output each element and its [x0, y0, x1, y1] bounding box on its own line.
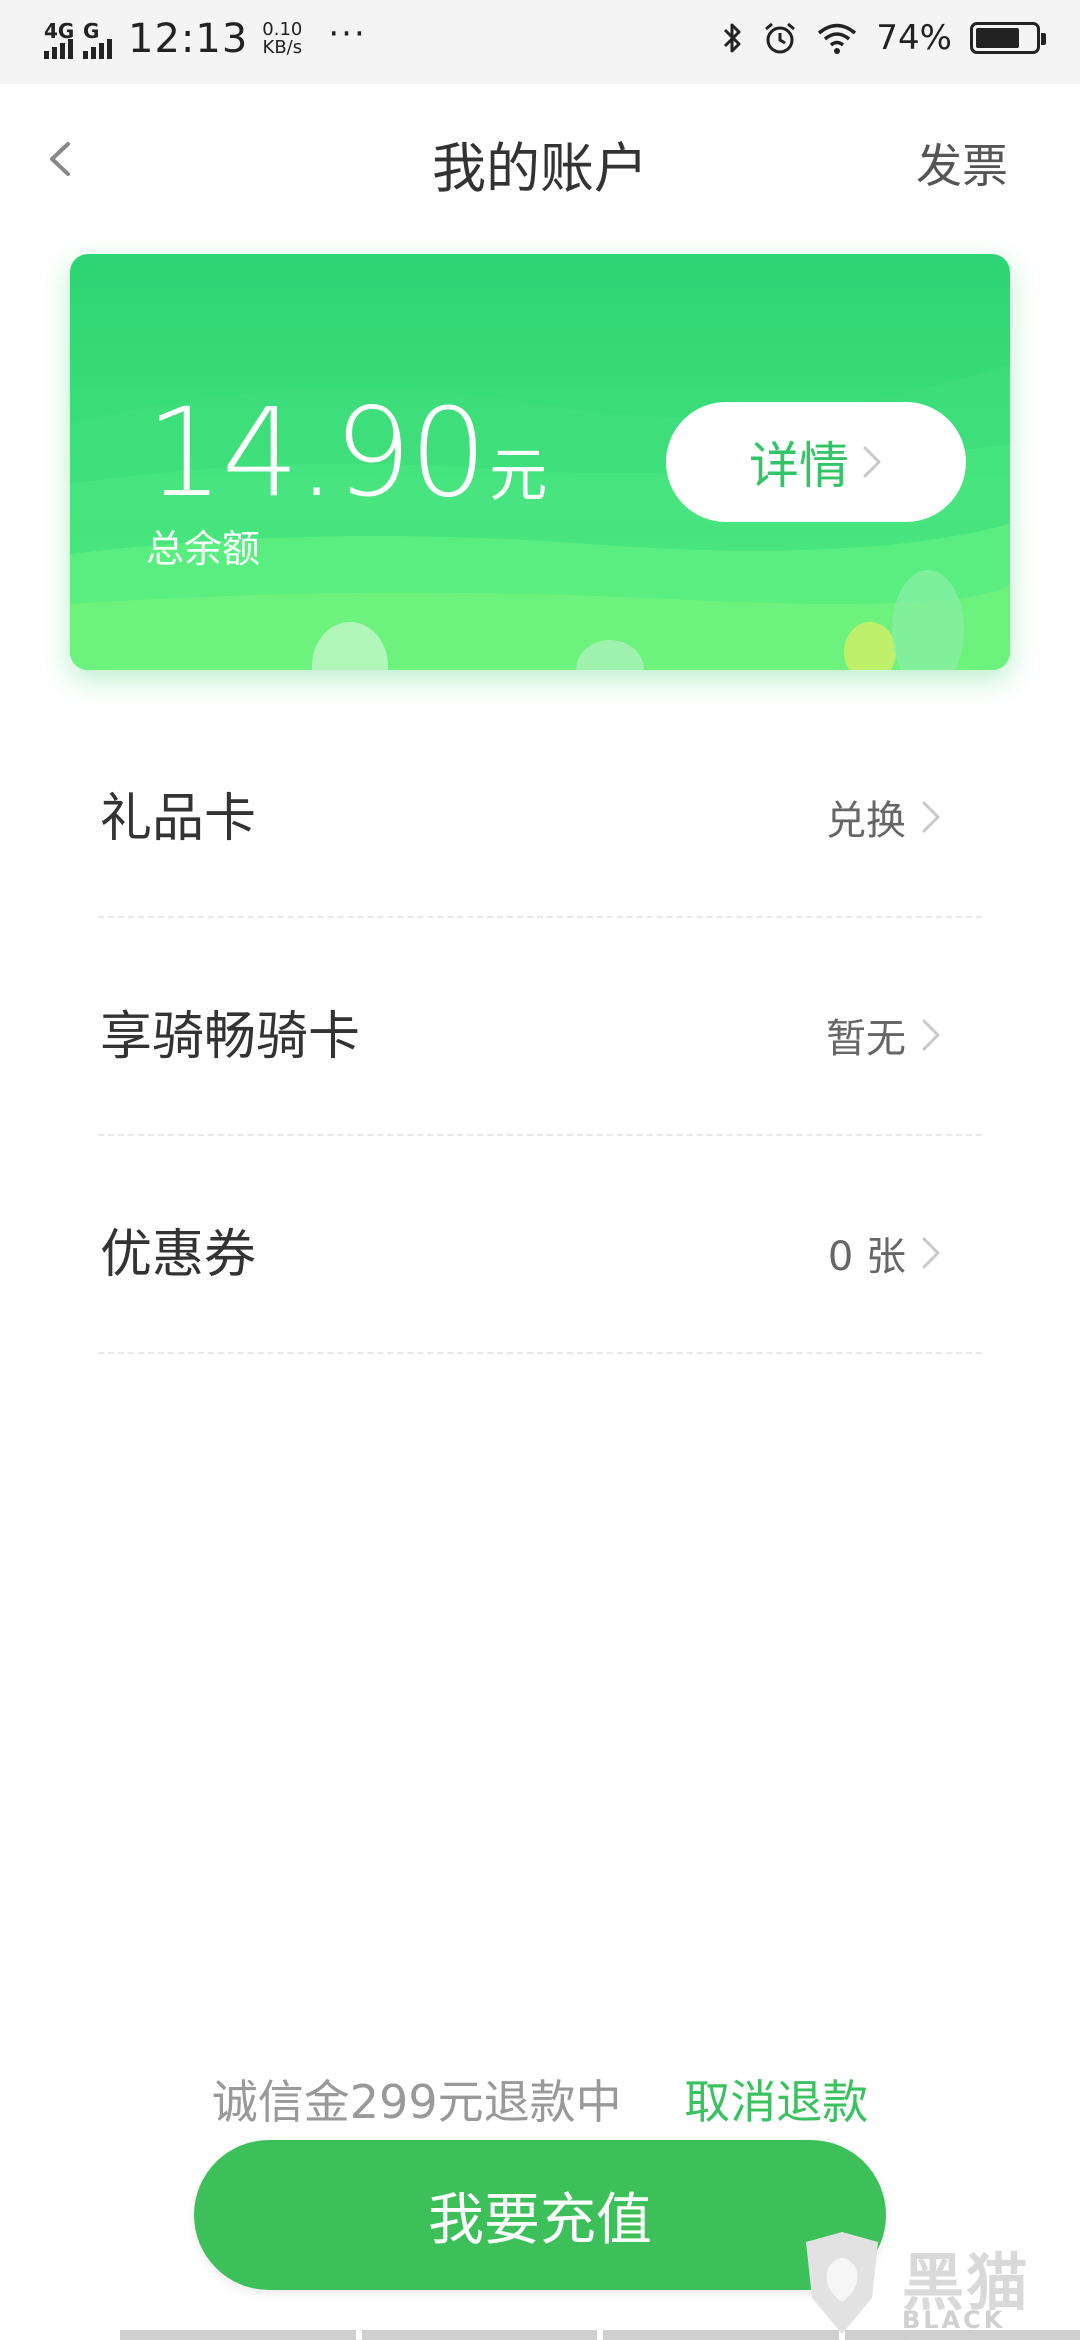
row-value-text: 0 张 — [827, 1234, 906, 1280]
detail-button-label: 详情 — [749, 437, 849, 495]
status-left: 4G G 12:13 0.10 KB/s ··· — [44, 14, 367, 62]
more-notifications-icon: ··· — [328, 14, 367, 54]
network-type-label: 4G — [44, 19, 75, 43]
chevron-right-icon — [922, 801, 940, 833]
row-value: 兑换 — [826, 788, 942, 846]
alarm-icon — [765, 22, 796, 54]
balance-label: 总余额 — [146, 527, 261, 571]
status-right: 74% — [722, 18, 1046, 58]
row-coupons[interactable]: 优惠券 0 张 — [98, 1136, 982, 1354]
row-label: 优惠券 — [100, 1225, 257, 1285]
bluetooth-icon — [724, 23, 741, 53]
row-value: 暂无 — [826, 1006, 942, 1064]
balance-unit: 元 — [489, 441, 548, 509]
invoice-button[interactable]: 发票 — [916, 130, 1008, 196]
row-value: 0 张 — [828, 1224, 942, 1282]
refund-status: 诚信金299元退款中 取消退款 — [0, 2066, 1080, 2132]
account-page: 4G G 12:13 0.10 KB/s ··· 74% 我的账户 发票 14.… — [0, 0, 1080, 2340]
detail-button[interactable]: 详情 — [666, 402, 966, 522]
chevron-right-icon — [922, 1237, 940, 1269]
balance-amount-group: 14.90 元 — [146, 382, 547, 524]
balance-amount: 14.90 — [146, 382, 487, 524]
balance-card: 14.90 元 总余额 详情 — [70, 254, 1010, 670]
row-gift-card[interactable]: 礼品卡 兑换 — [98, 700, 982, 918]
signal-4g-icon: 4G — [44, 19, 75, 59]
row-label: 礼品卡 — [100, 789, 257, 849]
watermark-subtext: BLACK CAT — [902, 2306, 1006, 2340]
recharge-button[interactable]: 我要充值 — [194, 2140, 886, 2290]
refund-message: 诚信金299元退款中 — [211, 2075, 622, 2129]
network-type-label-2: G — [83, 19, 100, 43]
watermark-logo: 黑猫 BLACK CAT — [792, 2228, 1072, 2340]
cat-logo-icon — [806, 2232, 878, 2334]
row-value-text: 暂无 — [826, 1016, 906, 1062]
row-ride-pass[interactable]: 享骑畅骑卡 暂无 — [98, 918, 982, 1136]
speed-unit: KB/s — [262, 37, 303, 58]
cancel-refund-link[interactable]: 取消退款 — [684, 2075, 868, 2129]
battery-fill — [976, 28, 1019, 48]
battery-percent: 74% — [876, 18, 952, 58]
row-value-text: 兑换 — [826, 798, 906, 844]
chevron-right-icon — [863, 446, 881, 478]
row-label: 享骑畅骑卡 — [100, 1007, 361, 1067]
signal-g-icon: G — [83, 19, 112, 59]
account-list: 礼品卡 兑换 享骑畅骑卡 暂无 优惠券 0 张 — [98, 700, 982, 1354]
network-speed: 0.10 KB/s — [262, 21, 302, 57]
battery-icon — [970, 22, 1046, 54]
chevron-right-icon — [922, 1019, 940, 1051]
wifi-icon — [818, 23, 857, 54]
nav-header: 我的账户 发票 — [0, 84, 1080, 234]
recharge-button-label: 我要充值 — [428, 2187, 652, 2253]
status-bar: 4G G 12:13 0.10 KB/s ··· 74% — [0, 0, 1080, 84]
clock: 12:13 — [128, 16, 249, 62]
